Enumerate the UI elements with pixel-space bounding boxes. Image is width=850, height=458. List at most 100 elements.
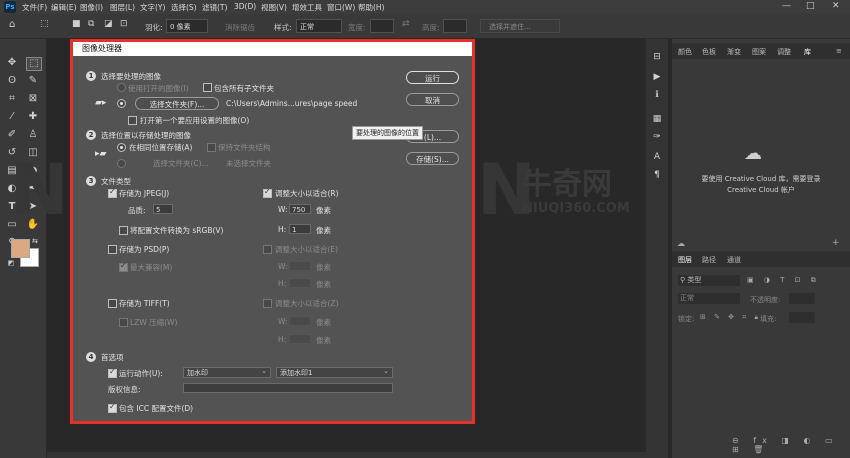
menu-plugins[interactable]: 增效工具 (292, 2, 322, 13)
layer-filter-icons[interactable]: ▣ ◑ T ⊡ ⧉ (747, 276, 820, 285)
properties-panel-icon[interactable]: ▦ (651, 113, 663, 125)
lock-icons[interactable]: ⊞ ✎ ✥ ⌗ 🔒︎ (700, 313, 761, 322)
default-colors-icon[interactable]: ◩ (4, 257, 18, 269)
tab-libraries[interactable]: 库 (804, 47, 811, 57)
tab-adjustments[interactable]: 调整 (777, 47, 791, 57)
frame-tool-icon[interactable]: ⊠ (26, 93, 40, 105)
action-set-select[interactable]: 加水印 (183, 366, 271, 378)
tab-layers[interactable]: 图层 (678, 255, 692, 265)
menu-filter[interactable]: 滤镜(T) (202, 2, 227, 13)
panel-menu-icon[interactable]: ≡ (836, 47, 842, 55)
psd-width-input[interactable] (289, 261, 311, 271)
cancel-button[interactable]: 取消 (406, 93, 459, 106)
use-open-images-radio[interactable] (117, 83, 126, 92)
save-jpeg-checkbox[interactable] (108, 187, 117, 198)
resize-tiff-checkbox[interactable] (263, 299, 272, 308)
foreground-color-swatch[interactable] (11, 239, 30, 258)
magic-wand-icon[interactable]: ✎ (26, 75, 40, 87)
run-action-checkbox[interactable] (108, 367, 117, 378)
lzw-checkbox[interactable] (119, 318, 128, 327)
maximize-button[interactable]: □ (806, 1, 815, 11)
swap-colors-icon[interactable]: ⇆ (28, 235, 42, 247)
tab-swatches[interactable]: 色板 (702, 47, 716, 57)
marquee-preset-icon[interactable]: ⬚ (40, 19, 49, 29)
height-input[interactable] (443, 19, 467, 33)
copyright-input[interactable] (183, 383, 393, 393)
fill-input[interactable] (789, 312, 815, 323)
menu-select[interactable]: 选择(S) (171, 2, 197, 13)
tab-channels[interactable]: 通道 (727, 255, 741, 265)
actions-panel-icon[interactable]: ▶ (651, 71, 663, 83)
lasso-tool-icon[interactable]: ʘ (5, 75, 19, 87)
run-button[interactable]: 运行 (406, 71, 459, 84)
opacity-input[interactable] (789, 293, 815, 304)
save-button[interactable]: 存储(S)... (406, 152, 459, 165)
select-source-folder-button[interactable]: 选择文件夹(F)... (135, 97, 219, 110)
maximize-compat-checkbox[interactable] (119, 261, 128, 272)
home-icon[interactable]: ⌂ (9, 19, 15, 30)
keep-structure-checkbox[interactable] (207, 143, 216, 152)
include-subfolders-checkbox[interactable] (203, 83, 212, 92)
layer-kind-filter[interactable]: ⚲ 类型 (678, 275, 740, 286)
select-folder-radio[interactable] (117, 99, 126, 108)
menu-view[interactable]: 视图(V) (261, 2, 287, 13)
menu-3d[interactable]: 3D(D) (234, 2, 256, 11)
resize-psd-checkbox[interactable] (263, 245, 272, 254)
tab-gradients[interactable]: 渐变 (727, 47, 741, 57)
save-same-location-radio[interactable] (117, 143, 126, 152)
tiff-height-input[interactable] (289, 334, 311, 344)
brush-tool-icon[interactable]: ✐ (5, 129, 19, 141)
width-input[interactable] (370, 19, 394, 33)
marquee-tool-icon[interactable]: ⬚ (26, 57, 42, 71)
close-button[interactable]: ✕ (832, 1, 840, 11)
resize-jpeg-checkbox[interactable] (263, 187, 272, 198)
save-tiff-checkbox[interactable] (108, 299, 117, 308)
character-panel-icon[interactable]: A (651, 151, 663, 163)
layer-bottom-icons[interactable]: ⊖ fx ◨ ◐ ▭ ⊞ 🗑︎ (732, 436, 850, 454)
select-dest-folder-button[interactable]: 选择文件夹(C)... (153, 158, 209, 169)
tiff-width-input[interactable] (289, 316, 311, 326)
quality-input[interactable]: 5 (153, 204, 173, 214)
antialias-checkbox[interactable]: 消除锯齿 (225, 22, 255, 33)
menu-file[interactable]: 文件(F) (22, 2, 47, 13)
convert-srgb-checkbox[interactable] (119, 226, 128, 235)
jpeg-height-input[interactable]: 1 (289, 224, 311, 234)
intersect-selection-icon[interactable]: ⊡ (120, 19, 128, 29)
cloud-sync-icon[interactable]: ☁ (677, 239, 685, 248)
brush-settings-icon[interactable]: ✑ (651, 131, 663, 143)
stamp-tool-icon[interactable]: ♙ (26, 129, 40, 141)
new-selection-icon[interactable]: ■ (72, 19, 81, 29)
minimize-button[interactable]: — (782, 1, 791, 11)
tab-paths[interactable]: 路径 (702, 255, 716, 265)
menu-edit[interactable]: 编辑(E) (51, 2, 77, 13)
crop-tool-icon[interactable]: ⌗ (5, 93, 19, 105)
select-dest-folder-radio[interactable] (117, 159, 126, 168)
add-library-icon[interactable]: + (832, 238, 840, 248)
menu-image[interactable]: 图像(I) (80, 2, 103, 13)
jpeg-width-input[interactable]: 750 (289, 204, 311, 214)
menu-window[interactable]: 窗口(W) (327, 2, 355, 13)
eyedropper-tool-icon[interactable]: ⁄ (5, 111, 19, 123)
move-tool-icon[interactable]: ✥ (5, 57, 19, 69)
open-first-checkbox[interactable] (128, 116, 137, 125)
history-panel-icon[interactable]: ⊟ (651, 51, 663, 63)
include-icc-checkbox[interactable] (108, 402, 117, 413)
feather-input[interactable]: 0 像素 (166, 19, 208, 33)
psd-height-input[interactable] (289, 278, 311, 288)
action-select[interactable]: 添加水印1 (276, 366, 393, 378)
menu-help[interactable]: 帮助(H) (358, 2, 385, 13)
swap-icon[interactable]: ⇄ (402, 19, 410, 29)
menu-layer[interactable]: 图层(L) (110, 2, 135, 13)
tab-patterns[interactable]: 图案 (752, 47, 766, 57)
healing-tool-icon[interactable]: ✚ (26, 111, 40, 123)
tab-color[interactable]: 颜色 (678, 47, 692, 57)
style-select[interactable]: 正常 (296, 19, 342, 33)
paragraph-panel-icon[interactable]: ¶ (651, 169, 663, 181)
menu-type[interactable]: 文字(Y) (140, 2, 165, 13)
add-selection-icon[interactable]: ⧉ (88, 19, 94, 29)
save-psd-checkbox[interactable] (108, 245, 117, 254)
info-panel-icon[interactable]: ℹ (651, 89, 663, 101)
select-and-mask-button[interactable]: 选择并遮住... (480, 19, 560, 33)
subtract-selection-icon[interactable]: ◪ (104, 19, 113, 29)
blend-mode-select[interactable]: 正常 (678, 293, 740, 304)
